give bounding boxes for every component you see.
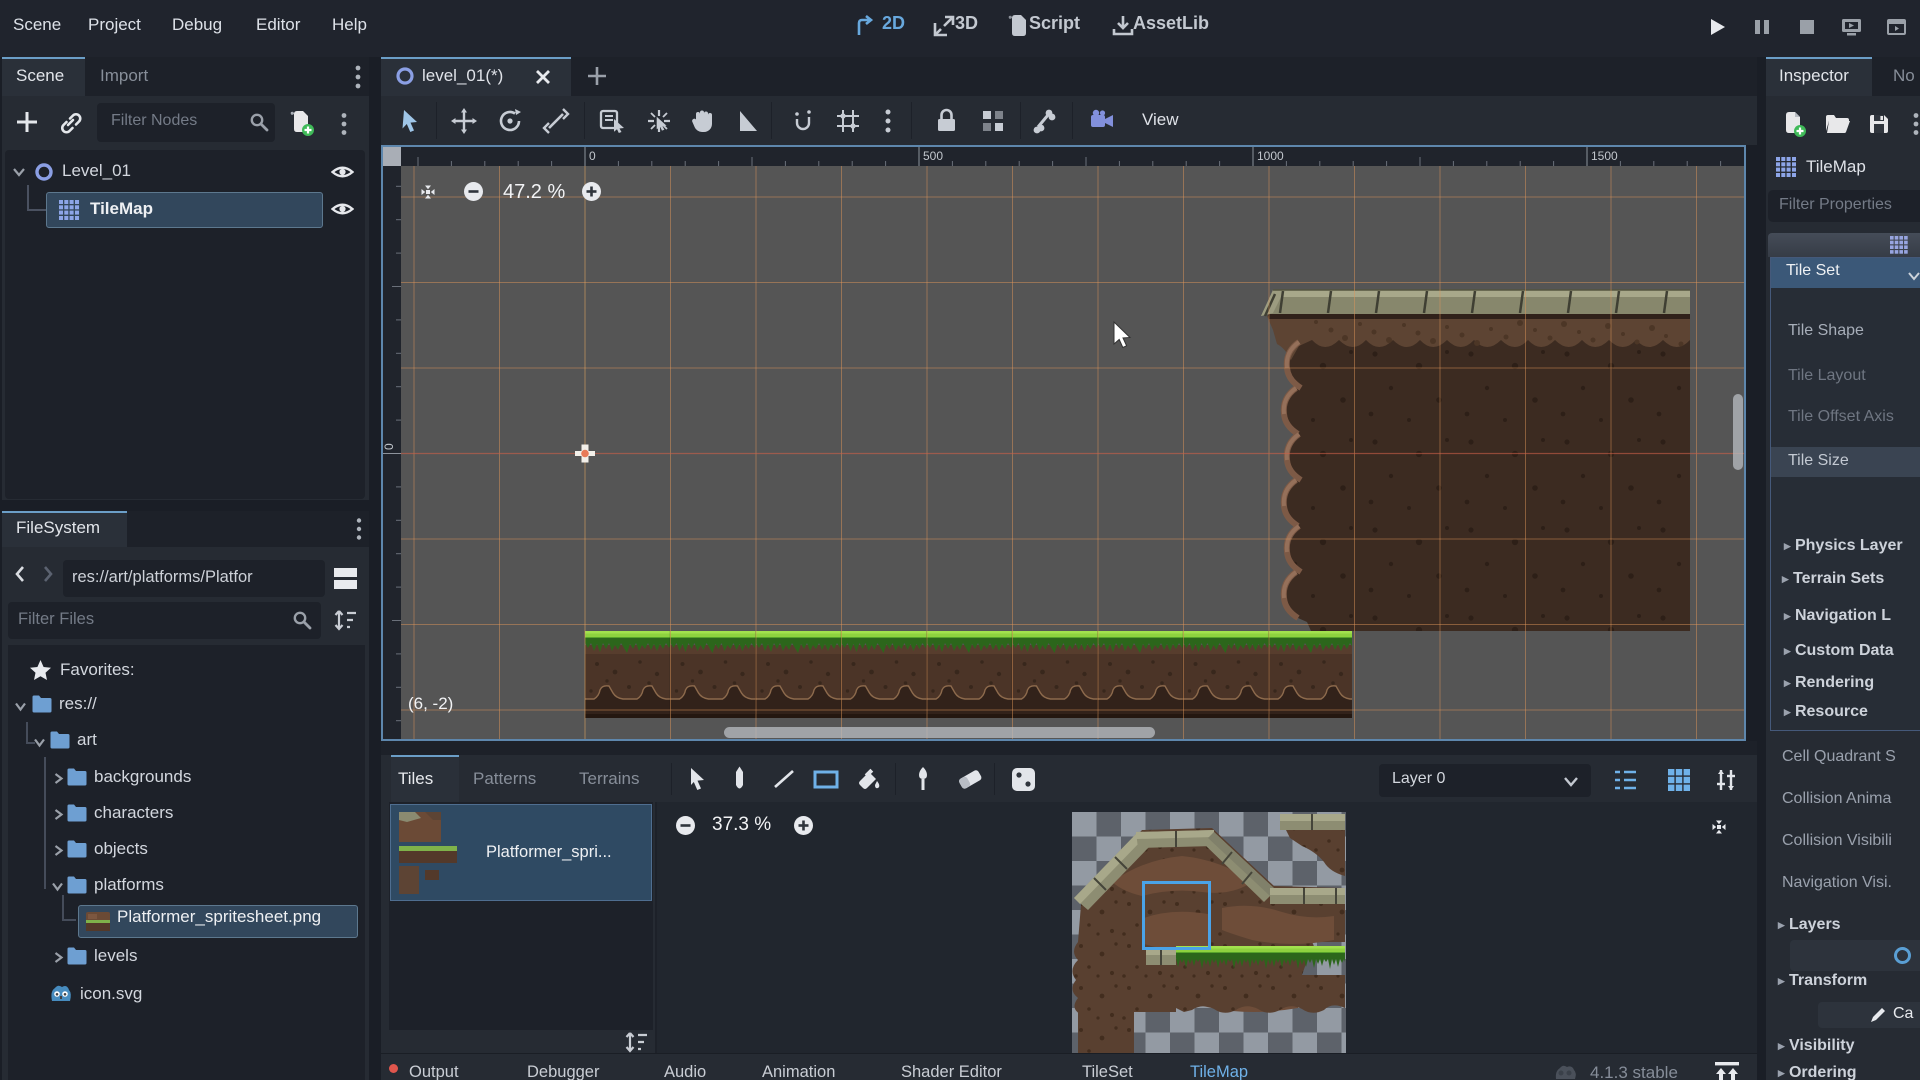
svg-text:500: 500 — [923, 149, 943, 163]
svg-text:0: 0 — [589, 149, 596, 163]
svg-text:1500: 1500 — [1591, 149, 1618, 163]
svg-text:1000: 1000 — [1257, 149, 1284, 163]
svg-text:0: 0 — [383, 443, 396, 450]
